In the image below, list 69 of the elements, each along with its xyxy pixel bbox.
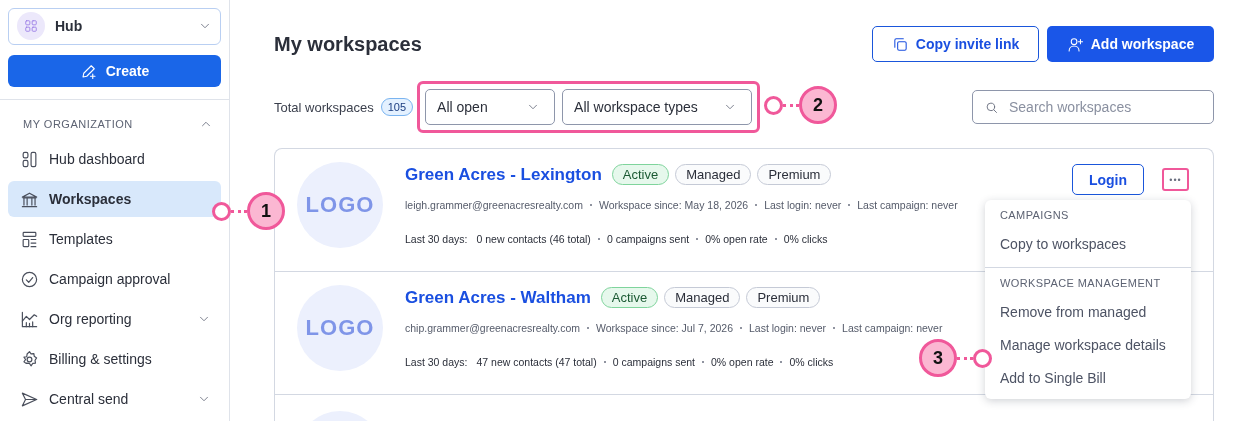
- add-workspace-button[interactable]: Add workspace: [1047, 26, 1214, 62]
- meta-text: Last campaign: never: [842, 322, 943, 334]
- more-options-button[interactable]: •••: [1162, 168, 1189, 191]
- meta-text: Workspace since: Jul 7, 2026: [596, 322, 733, 334]
- menu-item[interactable]: Remove from managed: [985, 296, 1191, 329]
- nav-item[interactable]: Central send: [8, 381, 221, 417]
- status-label: Active: [611, 164, 670, 185]
- copy-invite-button[interactable]: Copy invite link: [872, 26, 1039, 62]
- add-user-icon: [1066, 35, 1084, 53]
- grid-icon: [24, 19, 38, 34]
- stat-text: 0% clicks: [789, 356, 834, 368]
- search-field[interactable]: Search workspaces: [972, 90, 1214, 124]
- nav-item[interactable]: Org reporting: [8, 301, 221, 337]
- callout-number: 1: [247, 192, 285, 230]
- logo-circle: LOGO: [297, 162, 383, 248]
- menu-heading: WORKSPACE MANAGEMENT: [999, 276, 1162, 291]
- stat-text: 0% clicks: [783, 233, 828, 245]
- stat-text: 0% open rate: [711, 356, 774, 368]
- callout-number: 2: [799, 86, 837, 124]
- section-heading: MY ORGANIZATION: [23, 118, 133, 130]
- account-name: Hub: [55, 18, 84, 35]
- meta-text: Workspace since: May 18, 2026: [598, 199, 749, 211]
- menu-item[interactable]: Copy to workspaces: [985, 228, 1191, 261]
- stats-label: Last 30 days:: [405, 356, 468, 368]
- tag-label: Managed: [675, 164, 752, 185]
- stat-text: 0% open rate: [705, 233, 768, 245]
- tag-label: Premium: [746, 287, 821, 308]
- filter-dropdown[interactable]: All open: [425, 89, 556, 125]
- create-button[interactable]: Create: [8, 54, 221, 88]
- count-badge: 105: [380, 98, 414, 116]
- stat-text: 0 campaigns sent: [606, 233, 690, 245]
- nav-item[interactable]: Workspaces: [8, 181, 221, 217]
- meta-text: Last login: never: [764, 199, 842, 211]
- meta-text: Last login: never: [749, 322, 827, 334]
- dashboard-icon: [20, 149, 39, 169]
- nav-item[interactable]: Hub dashboard: [8, 141, 221, 177]
- page-title: My workspaces: [274, 32, 422, 56]
- workspace-name-link[interactable]: Green Acres - Lexington: [405, 164, 602, 185]
- search-icon: [984, 100, 999, 115]
- workspace-name-link[interactable]: Green Acres - Waltham: [405, 287, 591, 308]
- meta-text: Last campaign: never: [857, 199, 958, 211]
- menu-item[interactable]: Add to Single Bill: [985, 362, 1191, 395]
- callout-ring: [212, 201, 231, 221]
- tag-label: Managed: [664, 287, 741, 308]
- stat-text: 0 campaigns sent: [612, 356, 695, 368]
- login-button[interactable]: Login: [1072, 164, 1144, 195]
- stat-text: 0 new contacts (46 total): [476, 233, 591, 245]
- total-label: Total workspaces: [274, 99, 374, 115]
- tag-label: Premium: [757, 164, 832, 185]
- filter-dropdown[interactable]: All workspace types: [562, 89, 753, 125]
- nav-item[interactable]: Campaign approval: [8, 261, 221, 297]
- settings-icon: [20, 349, 39, 369]
- check-circle-icon: [20, 269, 39, 289]
- copy-icon: [891, 35, 909, 53]
- callout-ring: [764, 95, 783, 115]
- stats-label: Last 30 days:: [405, 233, 468, 245]
- status-label: Active: [600, 287, 659, 308]
- menu-item[interactable]: Manage workspace details: [985, 329, 1191, 362]
- logo-circle: LOGO: [297, 285, 383, 371]
- nav-item[interactable]: Billing & settings: [8, 341, 221, 377]
- menu-heading: CAMPAIGNS: [999, 208, 1070, 223]
- stat-text: 47 new contacts (47 total): [476, 356, 597, 368]
- account-select[interactable]: Hub: [8, 8, 221, 45]
- meta-text: leigh.grammer@greenacresrealty.com: [405, 199, 583, 211]
- meta-text: chip.grammer@greenacresrealty.com: [405, 322, 581, 334]
- callout-number: 3: [919, 339, 957, 377]
- layout-icon: [20, 229, 39, 249]
- chart-icon: [20, 309, 39, 329]
- nav-item[interactable]: Templates: [8, 221, 221, 257]
